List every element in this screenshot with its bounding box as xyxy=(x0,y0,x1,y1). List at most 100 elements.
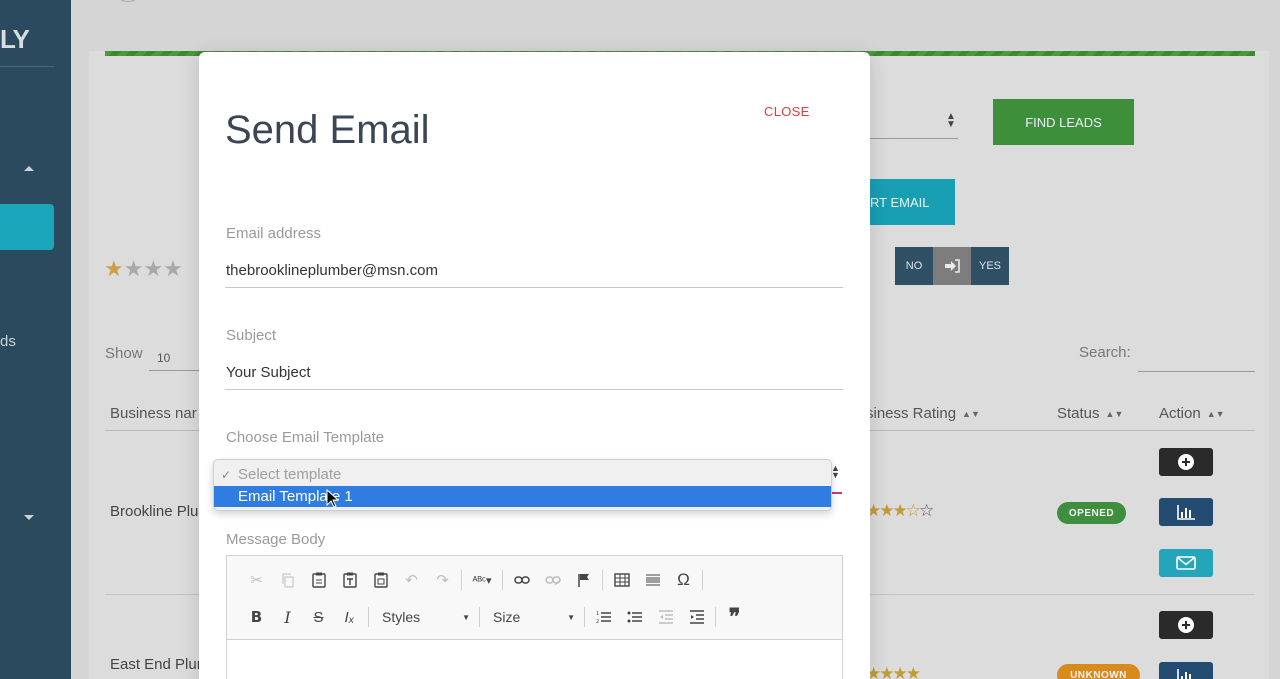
strikethrough-icon[interactable]: S xyxy=(303,604,334,630)
toolbar-separator xyxy=(368,607,369,627)
select-arrows-icon[interactable]: ▲ ▼ xyxy=(946,112,956,130)
sidebar-active-item[interactable] xyxy=(0,204,54,250)
toolbar-separator xyxy=(584,607,585,627)
undo-icon[interactable]: ↶ xyxy=(396,567,427,593)
mouse-cursor-icon xyxy=(326,488,340,513)
envelope-icon xyxy=(1176,556,1196,570)
blockquote-icon[interactable]: ❞ xyxy=(719,604,750,630)
bar-chart-icon xyxy=(1177,505,1195,520)
find-leads-button[interactable]: FIND LEADS xyxy=(993,99,1134,145)
toolbar-row: B I S Iₓ Styles ▼ Size ▼ 12 ❞ xyxy=(241,604,750,630)
template-option-highlighted[interactable]: Email Template 1 xyxy=(214,486,831,507)
italic-icon[interactable]: I xyxy=(272,604,303,630)
unlink-icon[interactable] xyxy=(537,567,568,593)
size-label: Size xyxy=(493,609,521,625)
column-business-rating[interactable]: siness Rating ▲▼ xyxy=(866,405,980,422)
sort-icon: ▲▼ xyxy=(1105,409,1124,420)
expand-caret-icon[interactable] xyxy=(24,515,34,520)
cut-icon[interactable]: ✂ xyxy=(241,567,272,593)
email-address-field[interactable]: thebrooklineplumber@msn.com xyxy=(226,262,438,279)
send-email-button[interactable] xyxy=(1159,549,1213,577)
rating-filter-stars[interactable]: ★★★★ xyxy=(104,256,183,282)
template-select-dropdown[interactable]: ✓ Select template Email Template 1 xyxy=(213,459,832,511)
close-button[interactable]: CLOSE xyxy=(764,104,810,119)
template-option-label: Select template xyxy=(238,466,342,483)
copy-icon[interactable] xyxy=(272,567,303,593)
add-lead-button[interactable] xyxy=(1159,448,1213,476)
toggle-no[interactable]: NO xyxy=(895,247,933,285)
template-label: Choose Email Template xyxy=(226,429,385,446)
show-entries-label: Show xyxy=(105,345,143,362)
bullet-list-icon[interactable] xyxy=(619,604,650,630)
yes-no-toggle[interactable]: NO YES xyxy=(895,247,1009,285)
filter-select-underline xyxy=(866,138,958,139)
show-entries-underline xyxy=(149,370,199,371)
plus-circle-icon xyxy=(1178,617,1194,633)
outdent-icon[interactable] xyxy=(650,604,681,630)
horizontal-rule-icon[interactable] xyxy=(637,567,668,593)
styles-dropdown[interactable]: Styles ▼ xyxy=(372,604,476,630)
toolbar-separator xyxy=(702,570,703,590)
anchor-flag-icon[interactable] xyxy=(568,567,599,593)
paste-text-icon[interactable] xyxy=(334,567,365,593)
remove-format-icon[interactable]: Iₓ xyxy=(334,604,365,630)
template-option[interactable]: ✓ Select template xyxy=(214,464,831,485)
paste-word-icon[interactable] xyxy=(365,567,396,593)
styles-label: Styles xyxy=(382,609,421,625)
editor-toolbar: ✂ ↶ ↷ ᴬᴮᶜ▾ Ω B I S Iₓ Styles ▼ Size ▼ 1 … xyxy=(227,556,842,640)
bar-chart-icon xyxy=(1177,669,1191,679)
toolbar-row: ✂ ↶ ↷ ᴬᴮᶜ▾ Ω xyxy=(241,567,706,593)
show-entries-select[interactable]: 10 xyxy=(157,351,170,365)
search-label: Search: xyxy=(1079,344,1131,361)
special-char-icon[interactable]: Ω xyxy=(668,567,699,593)
bold-icon[interactable]: B xyxy=(241,604,272,630)
indent-icon[interactable] xyxy=(681,604,712,630)
caret-down-icon: ▼ xyxy=(462,612,470,622)
view-report-button[interactable] xyxy=(1159,498,1213,526)
checkmark-icon: ✓ xyxy=(220,467,232,482)
link-icon[interactable] xyxy=(506,567,537,593)
column-action-label: Action xyxy=(1159,405,1201,422)
toolbar-separator xyxy=(479,607,480,627)
table-row-business: Brookline Plu xyxy=(110,503,199,520)
email-address-label: Email address xyxy=(226,225,322,242)
subject-underline xyxy=(225,389,843,390)
avatar xyxy=(112,0,144,2)
rich-text-editor[interactable]: ✂ ↶ ↷ ᴬᴮᶜ▾ Ω B I S Iₓ Styles ▼ Size ▼ 1 … xyxy=(226,555,843,679)
numbered-list-icon[interactable]: 12 xyxy=(588,604,619,630)
redo-icon[interactable]: ↷ xyxy=(427,567,458,593)
export-email-button[interactable]: RT EMAIL xyxy=(866,179,955,225)
template-select-arrows-icon[interactable]: ▲ ▼ xyxy=(831,464,840,480)
sign-in-icon[interactable] xyxy=(933,247,971,285)
sidebar-item-leads[interactable]: ds xyxy=(0,333,16,350)
plus-circle-icon xyxy=(1178,454,1194,470)
subject-field[interactable]: Your Subject xyxy=(226,364,311,381)
column-status[interactable]: Status ▲▼ xyxy=(1057,405,1123,422)
row-rating-stars: ★★★★ xyxy=(866,664,921,679)
column-business-name[interactable]: Business nar xyxy=(110,405,197,422)
collapse-caret-icon[interactable] xyxy=(24,166,34,171)
spellcheck-icon[interactable]: ᴬᴮᶜ▾ xyxy=(465,567,499,593)
sort-icon: ▲▼ xyxy=(1206,409,1225,420)
message-body-label: Message Body xyxy=(226,531,326,548)
svg-text:1: 1 xyxy=(596,611,599,617)
table-row-business: East End Plur xyxy=(110,656,202,673)
sidebar: LY ds xyxy=(0,0,71,679)
row-rating-stars: ★★★☆☆ xyxy=(866,501,934,520)
column-business-rating-label: siness Rating xyxy=(866,405,957,422)
column-status-label: Status xyxy=(1057,405,1100,422)
sort-icon: ▲▼ xyxy=(962,409,980,420)
view-report-button[interactable] xyxy=(1159,662,1213,679)
column-action[interactable]: Action ▲▼ xyxy=(1159,405,1225,422)
size-dropdown[interactable]: Size ▼ xyxy=(483,604,581,630)
app-logo: LY xyxy=(0,24,30,54)
svg-text:2: 2 xyxy=(596,619,599,624)
table-icon[interactable] xyxy=(606,567,637,593)
search-input[interactable] xyxy=(1138,371,1255,372)
add-lead-button[interactable] xyxy=(1159,611,1213,639)
email-address-underline xyxy=(225,287,843,288)
paste-icon[interactable] xyxy=(303,567,334,593)
toggle-yes[interactable]: YES xyxy=(971,247,1009,285)
modal-title: Send Email xyxy=(225,108,430,152)
toolbar-separator xyxy=(502,570,503,590)
